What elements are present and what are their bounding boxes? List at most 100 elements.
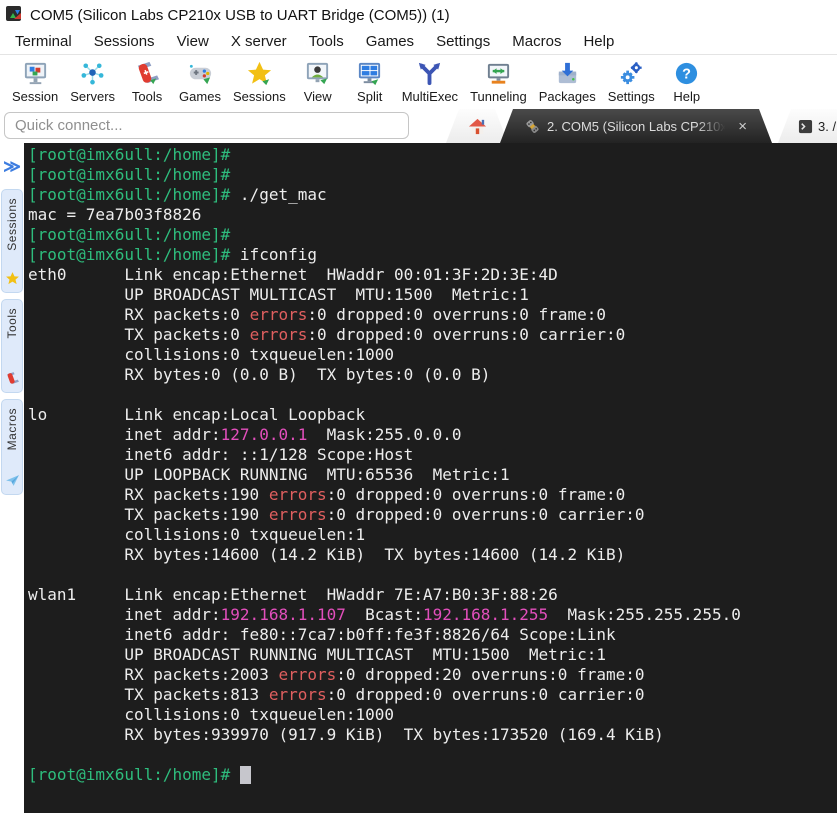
star-icon	[5, 271, 20, 286]
quick-connect-input[interactable]	[4, 112, 409, 139]
star-icon	[246, 60, 273, 87]
gamepad-icon	[187, 60, 214, 87]
terminal-line: UP LOOPBACK RUNNING MTU:65536 Metric:1	[28, 465, 837, 485]
toolbar-label: Help	[673, 89, 700, 104]
tab-close-icon[interactable]: ×	[735, 118, 750, 135]
terminal-line	[28, 745, 837, 765]
tab-label: 3. /h	[818, 119, 837, 134]
terminal-line: wlan1 Link encap:Ethernet HWaddr 7E:A7:B…	[28, 585, 837, 605]
menu-x-server[interactable]: X server	[220, 30, 298, 53]
terminal-line: RX bytes:939970 (917.9 KiB) TX bytes:173…	[28, 725, 837, 745]
terminal-line: RX packets:0 errors:0 dropped:0 overruns…	[28, 305, 837, 325]
terminal-line: [root@imx6ull:/home]#	[28, 225, 837, 245]
toolbar: Session Servers	[0, 55, 837, 109]
menu-help[interactable]: Help	[572, 30, 625, 53]
toolbar-button-servers[interactable]: Servers	[64, 59, 121, 105]
toolbar-button-session[interactable]: Session	[6, 59, 64, 105]
terminal-line: UP BROADCAST RUNNING MULTICAST MTU:1500 …	[28, 645, 837, 665]
packages-icon	[554, 60, 581, 87]
sidebar-tab-label: Sessions	[5, 198, 19, 251]
terminal-line: inet addr:127.0.0.1 Mask:255.0.0.0	[28, 425, 837, 445]
title-bar: COM5 (Silicon Labs CP210x USB to UART Br…	[0, 0, 837, 28]
sidebar-tab-macros[interactable]: Macros	[1, 399, 23, 495]
mobaxterm-window: COM5 (Silicon Labs CP210x USB to UART Br…	[0, 0, 837, 813]
terminal-cursor	[240, 766, 251, 784]
toolbar-label: Session	[12, 89, 58, 104]
menu-view[interactable]: View	[166, 30, 220, 53]
terminal-line: RX bytes:0 (0.0 B) TX bytes:0 (0.0 B)	[28, 365, 837, 385]
terminal[interactable]: [root@imx6ull:/home]# [root@imx6ull:/hom…	[24, 143, 837, 813]
toolbar-label: Split	[357, 89, 382, 104]
sidebar-tab-sessions[interactable]: Sessions	[1, 189, 23, 293]
swiss-knife-icon	[5, 371, 20, 386]
expand-sidebar-icon[interactable]: ≫	[3, 157, 21, 177]
sidebar-tab-label: Macros	[5, 408, 19, 450]
split-icon	[356, 60, 383, 87]
tab-label: 2. COM5 (Silicon Labs CP210x USB t	[547, 119, 729, 134]
left-sidebar: ≫ Sessions Tools Macros	[0, 143, 24, 813]
toolbar-button-view[interactable]: View	[292, 59, 344, 105]
menu-tools[interactable]: Tools	[298, 30, 355, 53]
menu-bar: Terminal Sessions View X server Tools Ga…	[0, 28, 837, 55]
app-logo-icon	[6, 6, 24, 24]
toolbar-label: Packages	[539, 89, 596, 104]
tab-bar: 2. COM5 (Silicon Labs CP210x USB t × 3. …	[0, 109, 837, 143]
terminal-line: inet addr:192.168.1.107 Bcast:192.168.1.…	[28, 605, 837, 625]
terminal-line: RX bytes:14600 (14.2 KiB) TX bytes:14600…	[28, 545, 837, 565]
terminal-line	[28, 385, 837, 405]
terminal-line: [root@imx6ull:/home]#	[28, 145, 837, 165]
tunneling-icon	[485, 60, 512, 87]
servers-icon	[79, 60, 106, 87]
terminal-line: eth0 Link encap:Ethernet HWaddr 00:01:3F…	[28, 265, 837, 285]
terminal-line: collisions:0 txqueuelen:1000	[28, 345, 837, 365]
menu-macros[interactable]: Macros	[501, 30, 572, 53]
toolbar-button-packages[interactable]: Packages	[533, 59, 602, 105]
terminal-line: collisions:0 txqueuelen:1000	[28, 705, 837, 725]
toolbar-button-split[interactable]: Split	[344, 59, 396, 105]
terminal-line: [root@imx6ull:/home]#	[28, 765, 837, 785]
gears-icon	[618, 60, 645, 87]
toolbar-button-tools[interactable]: Tools	[121, 59, 173, 105]
terminal-line: TX packets:0 errors:0 dropped:0 overruns…	[28, 325, 837, 345]
sidebar-tab-tools[interactable]: Tools	[1, 299, 23, 393]
tab-com5-active[interactable]: 2. COM5 (Silicon Labs CP210x USB t ×	[500, 109, 772, 143]
terminal-line: [root@imx6ull:/home]#	[28, 165, 837, 185]
toolbar-label: Servers	[70, 89, 115, 104]
plug-icon	[524, 118, 541, 135]
terminal-line: inet6 addr: ::1/128 Scope:Host	[28, 445, 837, 465]
user-monitor-icon	[304, 60, 331, 87]
menu-settings[interactable]: Settings	[425, 30, 501, 53]
terminal-line: lo Link encap:Local Loopback	[28, 405, 837, 425]
terminal-line: TX packets:813 errors:0 dropped:0 overru…	[28, 685, 837, 705]
menu-sessions[interactable]: Sessions	[83, 30, 166, 53]
toolbar-label: Sessions	[233, 89, 286, 104]
terminal-line: [root@imx6ull:/home]# ./get_mac	[28, 185, 837, 205]
toolbar-label: MultiExec	[402, 89, 458, 104]
tab-home[interactable]	[446, 109, 508, 143]
terminal-icon	[798, 119, 813, 134]
toolbar-button-games[interactable]: Games	[173, 59, 227, 105]
paper-plane-icon	[5, 473, 20, 488]
window-title: COM5 (Silicon Labs CP210x USB to UART Br…	[30, 7, 450, 24]
terminal-line	[28, 565, 837, 585]
menu-terminal[interactable]: Terminal	[4, 30, 83, 53]
terminal-body: [root@imx6ull:/home]# [root@imx6ull:/hom…	[28, 145, 837, 785]
session-icon	[22, 60, 49, 87]
terminal-line: RX packets:190 errors:0 dropped:0 overru…	[28, 485, 837, 505]
toolbar-label: Settings	[608, 89, 655, 104]
sidebar-tab-label: Tools	[5, 308, 19, 339]
toolbar-button-tunneling[interactable]: Tunneling	[464, 59, 533, 105]
toolbar-label: Tunneling	[470, 89, 527, 104]
toolbar-button-multiexec[interactable]: MultiExec	[396, 59, 464, 105]
tab-shell-3[interactable]: 3. /h	[778, 109, 837, 143]
toolbar-button-settings[interactable]: Settings	[602, 59, 661, 105]
toolbar-label: Games	[179, 89, 221, 104]
terminal-line: mac = 7ea7b03f8826	[28, 205, 837, 225]
menu-games[interactable]: Games	[355, 30, 425, 53]
toolbar-label: View	[304, 89, 332, 104]
toolbar-button-help[interactable]: ? Help	[661, 59, 713, 105]
toolbar-button-sessions[interactable]: Sessions	[227, 59, 292, 105]
terminal-line: [root@imx6ull:/home]# ifconfig	[28, 245, 837, 265]
terminal-line: RX packets:2003 errors:0 dropped:20 over…	[28, 665, 837, 685]
terminal-line: collisions:0 txqueuelen:1	[28, 525, 837, 545]
